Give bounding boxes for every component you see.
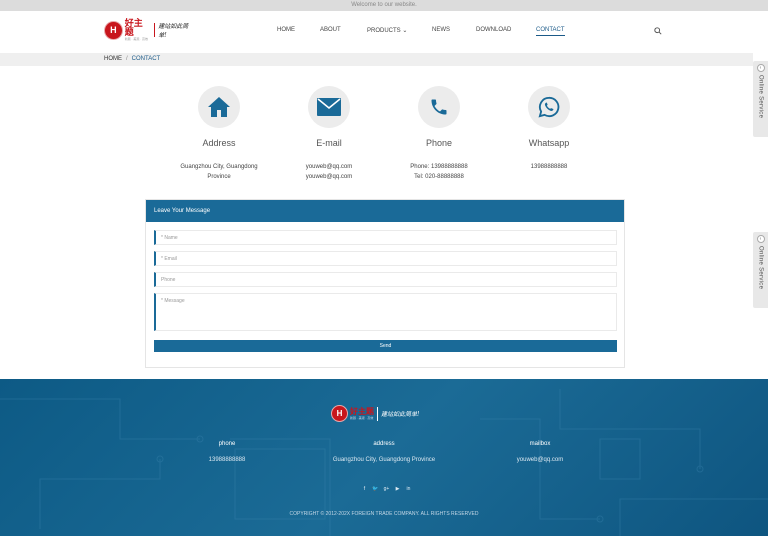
- nav-download[interactable]: DOWNLOAD: [476, 27, 511, 33]
- footer-mailbox: mailbox youweb@qq.com: [490, 441, 590, 463]
- online-service-tab[interactable]: ‹ Online Service: [753, 232, 768, 308]
- logo-sub: 新颖 · 美观 · 高效: [124, 37, 149, 41]
- footer-value: Guangzhou City, Guangdong Province: [332, 457, 436, 463]
- logo-sub: 新颖 · 美观 · 高效: [350, 415, 374, 420]
- breadcrumb: HOME / CONTACT: [104, 53, 160, 66]
- card-title: Whatsapp: [528, 138, 570, 148]
- nav-contact[interactable]: CONTACT: [536, 27, 565, 36]
- logo-brand: 好主题: [124, 18, 143, 37]
- breadcrumb-home[interactable]: HOME: [104, 56, 122, 62]
- card-title: E-mail: [316, 138, 342, 148]
- header: H 好主题 新颖 · 美观 · 高效 建站如此简单! HOME ABOUT PR…: [0, 11, 768, 53]
- phone-icon: [431, 99, 447, 115]
- nav-news[interactable]: NEWS: [432, 27, 450, 33]
- message-field[interactable]: * Message: [154, 293, 617, 331]
- card-title: Address: [202, 138, 236, 148]
- card-line: youweb@qq.com: [305, 174, 353, 180]
- social-links: f 🐦 g+ ▶ in: [361, 486, 412, 492]
- footer-value: 13988888888: [208, 457, 246, 463]
- nav-products[interactable]: PRODUCTS ⌄: [367, 27, 407, 34]
- online-service-tab[interactable]: ‹ Online Service: [753, 61, 768, 137]
- chevron-left-icon: ‹: [756, 64, 765, 72]
- breadcrumb-bar: HOME / CONTACT: [0, 53, 753, 66]
- card-address: Address Guangzhou City, Guangdong Provin…: [164, 86, 274, 182]
- breadcrumb-separator: /: [126, 56, 128, 62]
- linkedin-icon[interactable]: in: [405, 486, 412, 492]
- card-line: Province: [207, 174, 231, 180]
- logo-slogan: 建站如此简单!: [381, 411, 420, 418]
- card-line: 13988888888: [530, 164, 568, 170]
- logo-slogan: 建站如此简单!: [158, 23, 189, 39]
- site-logo[interactable]: H 好主题 新颖 · 美观 · 高效 建站如此简单!: [104, 19, 196, 41]
- logo-separator: [377, 406, 378, 421]
- footer-address: address Guangzhou City, Guangdong Provin…: [309, 441, 459, 463]
- nav-about[interactable]: ABOUT: [320, 27, 341, 33]
- message-form: Leave Your Message * Name * Email Phone …: [145, 199, 625, 368]
- send-button[interactable]: Send: [154, 340, 617, 352]
- footer-phone: phone 13988888888: [177, 441, 277, 463]
- card-line: Guangzhou City, Guangdong: [180, 164, 258, 170]
- name-field[interactable]: * Name: [154, 230, 617, 245]
- house-icon: [208, 97, 230, 117]
- email-field[interactable]: * Email: [154, 251, 617, 266]
- online-service-label: Online Service: [757, 75, 764, 119]
- footer-label: address: [373, 441, 395, 447]
- copyright: COPYRIGHT © 2012-202X FOREIGN TRADE COMP…: [289, 511, 479, 517]
- footer-label: mailbox: [529, 441, 551, 447]
- footer-logo[interactable]: H 好主题 新颖 · 美观 · 高效 建站如此简单!: [331, 405, 419, 422]
- welcome-bar: Welcome to our website.: [0, 0, 768, 11]
- footer-label: phone: [218, 441, 236, 447]
- footer: H 好主题 新颖 · 美观 · 高效 建站如此简单! phone 1398888…: [0, 379, 768, 536]
- breadcrumb-current[interactable]: CONTACT: [132, 56, 161, 62]
- whatsapp-icon: [538, 96, 560, 118]
- chevron-down-icon: ⌄: [402, 28, 408, 34]
- card-line: Phone: 13988888888: [410, 164, 468, 170]
- footer-value: youweb@qq.com: [516, 457, 564, 463]
- card-email: E-mail youweb@qq.com youweb@qq.com: [274, 86, 384, 182]
- logo-mark: H: [104, 20, 123, 40]
- card-phone: Phone Phone: 13988888888 Tel: 020-888888…: [384, 86, 494, 182]
- google-plus-icon[interactable]: g+: [383, 486, 390, 492]
- logo-separator: [154, 23, 156, 37]
- youtube-icon[interactable]: ▶: [394, 486, 401, 492]
- logo-mark: H: [331, 405, 348, 422]
- twitter-icon[interactable]: 🐦: [372, 486, 379, 492]
- message-form-title: Leave Your Message: [146, 200, 624, 222]
- nav-home[interactable]: HOME: [277, 27, 295, 33]
- phone-field[interactable]: Phone: [154, 272, 617, 287]
- envelope-icon: [317, 98, 341, 116]
- card-line: Tel: 020-88888888: [414, 174, 464, 180]
- chevron-left-icon: ‹: [756, 235, 765, 243]
- card-whatsapp: Whatsapp 13988888888: [494, 86, 604, 172]
- nav-products-label: PRODUCTS: [367, 28, 401, 34]
- online-service-label: Online Service: [757, 246, 764, 290]
- logo-brand: 好主题: [350, 406, 374, 416]
- card-line: youweb@qq.com: [305, 164, 353, 170]
- facebook-icon[interactable]: f: [361, 486, 368, 492]
- card-title: Phone: [425, 138, 453, 148]
- welcome-text: Welcome to our website.: [351, 2, 417, 8]
- search-icon[interactable]: [654, 27, 662, 35]
